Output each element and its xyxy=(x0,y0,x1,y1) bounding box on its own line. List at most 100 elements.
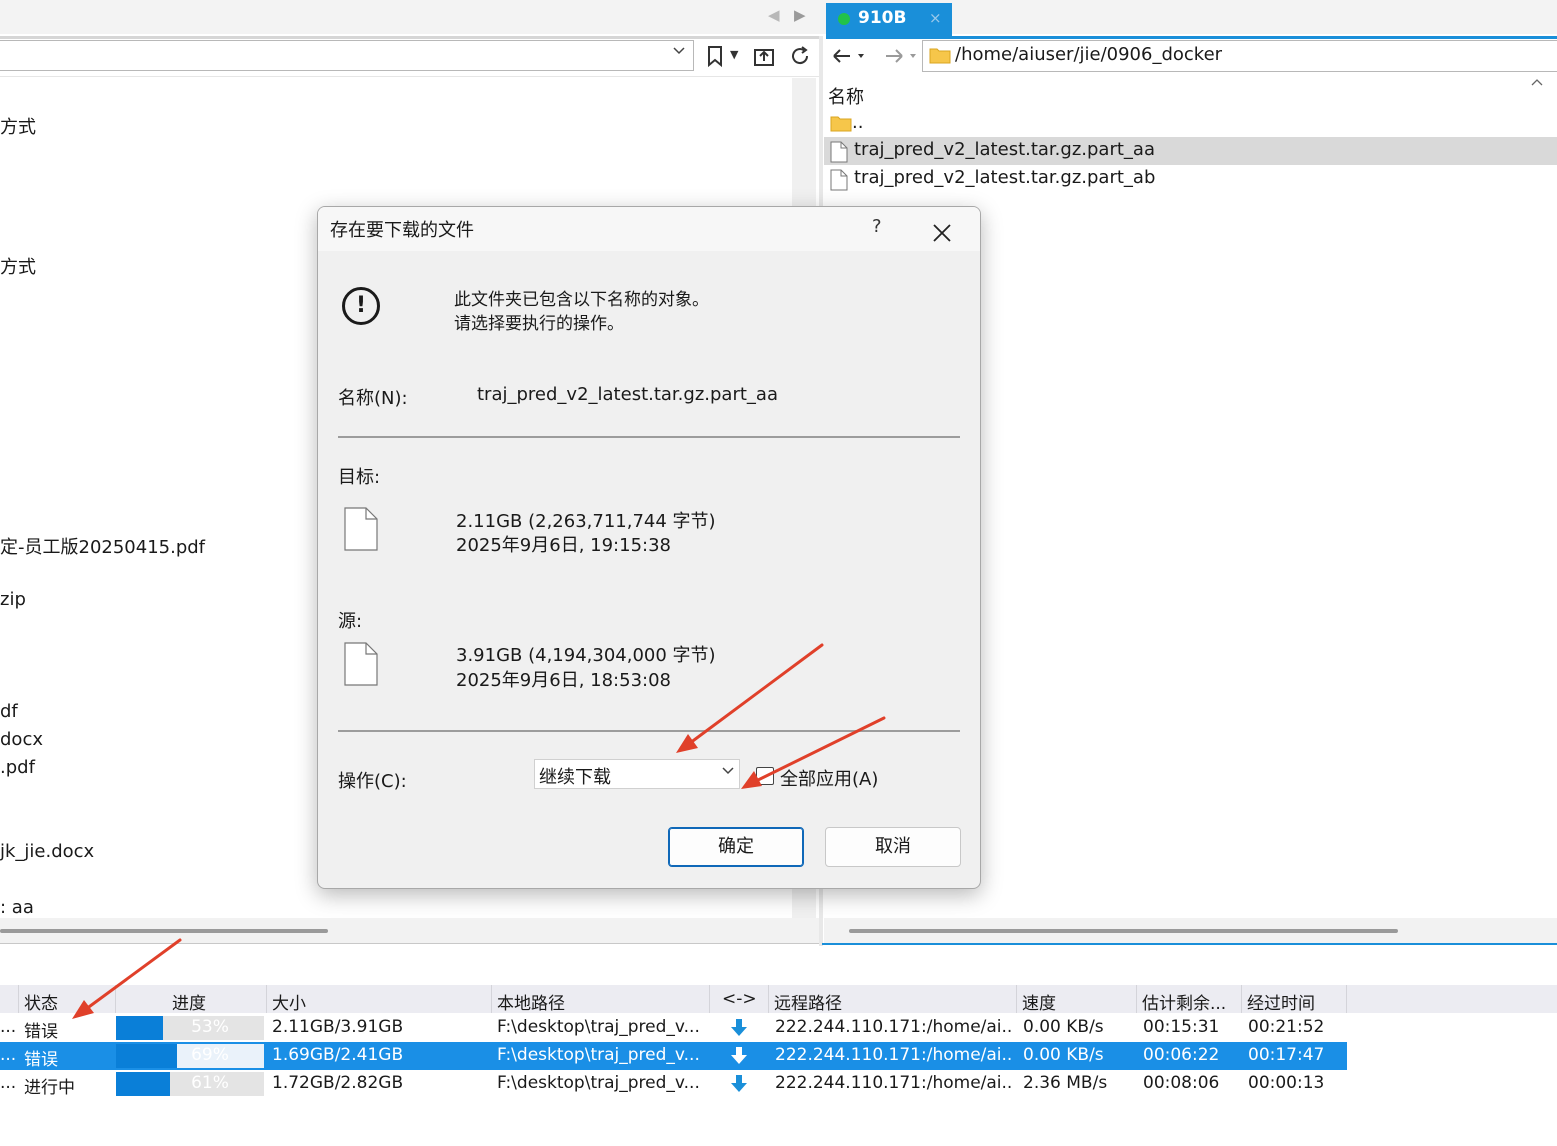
queue-remaining: 00:15:31 xyxy=(1143,1017,1220,1037)
column-header-name[interactable]: 名称 xyxy=(828,83,864,109)
queue-row[interactable]: ... 错误 69% 1.69GB/2.41GB F:\desktop\traj… xyxy=(0,1042,1347,1070)
cancel-button[interactable]: 取消 xyxy=(825,827,961,867)
queue-remote-path: 222.244.110.171:/home/ai.. xyxy=(775,1017,1013,1037)
queue-elapsed: 00:00:13 xyxy=(1248,1073,1325,1093)
source-size: 3.91GB (4,194,304,000 字节) xyxy=(456,645,716,666)
column-separator xyxy=(709,985,710,1013)
local-path-input[interactable] xyxy=(0,40,694,71)
column-header-speed[interactable]: 速度 xyxy=(1022,989,1056,1014)
queue-remaining: 00:06:22 xyxy=(1143,1045,1220,1065)
chevron-down-icon xyxy=(721,765,735,780)
local-file-item[interactable]: : aa xyxy=(0,897,34,918)
dialog-title: 存在要下载的文件 xyxy=(330,220,474,241)
ok-button[interactable]: 确定 xyxy=(668,827,804,867)
file-exists-dialog: 存在要下载的文件 ? ! 此文件夹已包含以下名称的对象。 请选择要执行的操作。 … xyxy=(317,206,981,889)
scrollbar-thumb[interactable] xyxy=(0,929,328,933)
queue-elapsed: 00:21:52 xyxy=(1248,1017,1325,1037)
target-size: 2.11GB (2,263,711,744 字节) xyxy=(456,511,716,532)
queue-size: 1.69GB/2.41GB xyxy=(272,1045,404,1065)
bookmark-dropdown-icon[interactable]: ▼ xyxy=(730,48,738,61)
column-header-elapsed[interactable]: 经过时间 xyxy=(1247,989,1315,1014)
name-label: 名称(N): xyxy=(338,388,408,409)
parent-folder-icon[interactable] xyxy=(752,44,776,68)
queue-row[interactable]: ... 进行中 61% 1.72GB/2.82GB F:\desktop\tra… xyxy=(0,1070,1347,1098)
queue-speed: 0.00 KB/s xyxy=(1023,1017,1104,1037)
column-header-local-path[interactable]: 本地路径 xyxy=(497,989,565,1014)
folder-icon xyxy=(929,47,951,64)
right-horizontal-scrollbar[interactable] xyxy=(824,918,1557,944)
column-header-remote-path[interactable]: 远程路径 xyxy=(774,989,842,1014)
remote-nav-buttons xyxy=(826,40,920,72)
operation-value: 继续下载 xyxy=(539,767,611,788)
right-pane-bottom-border xyxy=(822,943,1557,945)
remote-file-row[interactable]: traj_pred_v2_latest.tar.gz.part_aa xyxy=(824,137,1557,165)
column-separator xyxy=(1136,985,1137,1013)
queue-remaining: 00:08:06 xyxy=(1143,1073,1220,1093)
remote-file-row[interactable]: traj_pred_v2_latest.tar.gz.part_ab xyxy=(824,165,1557,193)
dialog-separator xyxy=(338,436,960,438)
tab-scroll-left-icon[interactable]: ◀ xyxy=(768,6,780,24)
progress-bar: 53% xyxy=(116,1016,264,1040)
queue-row[interactable]: ... 错误 53% 2.11GB/3.91GB F:\desktop\traj… xyxy=(0,1014,1347,1042)
source-label: 源: xyxy=(338,611,363,632)
name-value: traj_pred_v2_latest.tar.gz.part_aa xyxy=(477,384,778,405)
column-separator xyxy=(1016,985,1017,1013)
left-pane-bottom-border xyxy=(0,943,820,944)
tab-label: 910B xyxy=(858,8,907,28)
chevron-down-icon[interactable] xyxy=(672,44,686,60)
help-icon[interactable]: ? xyxy=(872,216,882,237)
remote-file-name: traj_pred_v2_latest.tar.gz.part_aa xyxy=(854,139,1155,160)
remote-path-value: /home/aiuser/jie/0906_docker xyxy=(955,44,1223,65)
warning-icon: ! xyxy=(342,287,380,325)
refresh-icon[interactable] xyxy=(788,44,812,68)
tab-910b[interactable]: 910B × xyxy=(826,3,952,36)
close-icon[interactable] xyxy=(930,211,954,252)
left-pane-top-border xyxy=(0,36,822,39)
column-separator xyxy=(115,985,116,1013)
tab-close-icon[interactable]: × xyxy=(929,9,942,27)
queue-lead: ... xyxy=(0,1017,17,1037)
tab-scroll-right-icon[interactable]: ▶ xyxy=(794,6,806,24)
target-date: 2025年9月6日, 19:15:38 xyxy=(456,535,671,556)
progress-bar: 61% xyxy=(116,1072,264,1096)
local-file-item[interactable]: df xyxy=(0,701,18,722)
sort-ascending-icon[interactable] xyxy=(1530,76,1544,90)
local-file-item[interactable]: 方式 xyxy=(0,113,36,139)
operation-select[interactable]: 继续下载 xyxy=(534,759,740,789)
progress-bar: 69% xyxy=(116,1044,264,1068)
remote-file-name: traj_pred_v2_latest.tar.gz.part_ab xyxy=(854,167,1156,188)
column-separator xyxy=(491,985,492,1013)
download-arrow-icon xyxy=(730,1046,748,1066)
local-file-item[interactable]: jk_jie.docx xyxy=(0,841,94,862)
local-file-item[interactable]: 方式 xyxy=(0,253,36,279)
local-file-item[interactable]: zip xyxy=(0,589,26,610)
column-header-direction[interactable]: <-> xyxy=(722,989,757,1009)
column-separator xyxy=(768,985,769,1013)
queue-header: 状态 进度 大小 本地路径 <-> 远程路径 速度 估计剩余... 经过时间 xyxy=(0,985,1557,1014)
column-header-progress[interactable]: 进度 xyxy=(172,989,206,1014)
apply-all-label[interactable]: 全部应用(A) xyxy=(780,765,878,791)
queue-local-path: F:\desktop\traj_pred_v... xyxy=(497,1045,700,1065)
column-separator xyxy=(18,985,19,1013)
apply-all-checkbox[interactable] xyxy=(756,767,774,785)
queue-remote-path: 222.244.110.171:/home/ai.. xyxy=(775,1045,1013,1065)
remote-path-input[interactable]: /home/aiuser/jie/0906_docker xyxy=(922,40,1557,72)
scrollbar-thumb[interactable] xyxy=(849,929,1398,933)
operation-label: 操作(C): xyxy=(338,771,407,792)
left-horizontal-scrollbar[interactable] xyxy=(0,918,820,944)
local-file-item[interactable]: .pdf xyxy=(0,757,35,778)
queue-status: 错误 xyxy=(24,1022,58,1042)
remote-file-row[interactable]: .. xyxy=(824,110,1557,138)
bookmark-icon[interactable] xyxy=(704,44,726,68)
queue-size: 2.11GB/3.91GB xyxy=(272,1017,404,1037)
local-file-item[interactable]: 定-员工版20250415.pdf xyxy=(0,533,205,559)
queue-size: 1.72GB/2.82GB xyxy=(272,1073,404,1093)
column-header-size[interactable]: 大小 xyxy=(272,989,306,1014)
column-header-status[interactable]: 状态 xyxy=(24,989,58,1014)
download-arrow-icon xyxy=(730,1018,748,1038)
left-pane-divider xyxy=(0,76,822,77)
column-header-remaining[interactable]: 估计剩余... xyxy=(1142,989,1226,1014)
local-file-item[interactable]: docx xyxy=(0,729,43,750)
queue-lead: ... xyxy=(0,1045,17,1065)
column-separator xyxy=(1241,985,1242,1013)
